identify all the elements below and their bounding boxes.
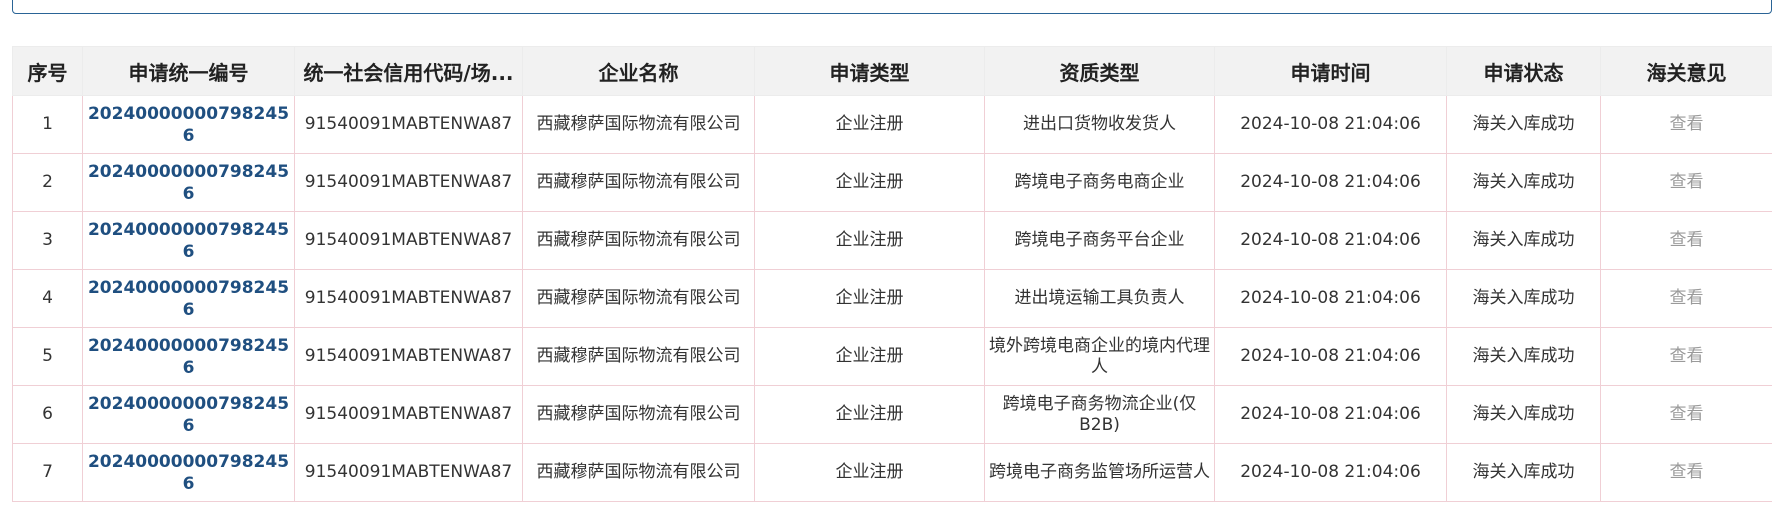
cell-app-type: 企业注册 bbox=[754, 385, 985, 444]
cell-opinion: 查看 bbox=[1600, 153, 1772, 212]
cell-company: 西藏穆萨国际物流有限公司 bbox=[522, 153, 755, 212]
cell-qual-type: 境外跨境电商企业的境内代理人 bbox=[984, 327, 1215, 386]
cell-credit-code: 91540091MABTENWA87 bbox=[294, 269, 523, 328]
cell-app-no-link[interactable]: 202400000007982456 bbox=[82, 211, 295, 270]
header-app-no: 申请统一编号 bbox=[82, 46, 295, 96]
header-status: 申请状态 bbox=[1446, 46, 1601, 96]
cell-app-no-link[interactable]: 202400000007982456 bbox=[82, 95, 295, 154]
cell-qual-type: 跨境电子商务监管场所运营人 bbox=[984, 443, 1215, 502]
cell-index: 4 bbox=[12, 269, 83, 328]
results-table: 序号 申请统一编号 统一社会信用代码/场... 企业名称 申请类型 资质类型 申… bbox=[12, 46, 1772, 502]
table-row: 1 202400000007982456 91540091MABTENWA87 … bbox=[12, 95, 1772, 154]
view-opinion-button[interactable]: 查看 bbox=[1670, 230, 1704, 250]
cell-app-type: 企业注册 bbox=[754, 153, 985, 212]
header-qual-type: 资质类型 bbox=[984, 46, 1215, 96]
cell-qual-type: 进出口货物收发货人 bbox=[984, 95, 1215, 154]
cell-index: 7 bbox=[12, 443, 83, 502]
header-company: 企业名称 bbox=[522, 46, 755, 96]
cell-status: 海关入库成功 bbox=[1446, 153, 1601, 212]
table-header-row: 序号 申请统一编号 统一社会信用代码/场... 企业名称 申请类型 资质类型 申… bbox=[12, 46, 1772, 96]
cell-app-type: 企业注册 bbox=[754, 327, 985, 386]
cell-index: 5 bbox=[12, 327, 83, 386]
table-row: 5 202400000007982456 91540091MABTENWA87 … bbox=[12, 327, 1772, 386]
cell-app-no-link[interactable]: 202400000007982456 bbox=[82, 327, 295, 386]
cell-app-no-link[interactable]: 202400000007982456 bbox=[82, 385, 295, 444]
cell-status: 海关入库成功 bbox=[1446, 385, 1601, 444]
header-opinion: 海关意见 bbox=[1600, 46, 1772, 96]
cell-index: 1 bbox=[12, 95, 83, 154]
view-opinion-button[interactable]: 查看 bbox=[1670, 462, 1704, 482]
cell-credit-code: 91540091MABTENWA87 bbox=[294, 443, 523, 502]
cell-company: 西藏穆萨国际物流有限公司 bbox=[522, 95, 755, 154]
table-row: 7 202400000007982456 91540091MABTENWA87 … bbox=[12, 443, 1772, 502]
cell-credit-code: 91540091MABTENWA87 bbox=[294, 385, 523, 444]
top-panel bbox=[12, 0, 1772, 14]
cell-app-type: 企业注册 bbox=[754, 269, 985, 328]
cell-opinion: 查看 bbox=[1600, 327, 1772, 386]
cell-status: 海关入库成功 bbox=[1446, 327, 1601, 386]
cell-time: 2024-10-08 21:04:06 bbox=[1214, 153, 1447, 212]
view-opinion-button[interactable]: 查看 bbox=[1670, 288, 1704, 308]
view-opinion-button[interactable]: 查看 bbox=[1670, 114, 1704, 134]
header-time: 申请时间 bbox=[1214, 46, 1447, 96]
cell-qual-type: 进出境运输工具负责人 bbox=[984, 269, 1215, 328]
cell-app-type: 企业注册 bbox=[754, 211, 985, 270]
cell-time: 2024-10-08 21:04:06 bbox=[1214, 327, 1447, 386]
cell-app-type: 企业注册 bbox=[754, 95, 985, 154]
table-row: 3 202400000007982456 91540091MABTENWA87 … bbox=[12, 211, 1772, 270]
header-credit-code: 统一社会信用代码/场... bbox=[294, 46, 523, 96]
view-opinion-button[interactable]: 查看 bbox=[1670, 346, 1704, 366]
cell-credit-code: 91540091MABTENWA87 bbox=[294, 327, 523, 386]
cell-company: 西藏穆萨国际物流有限公司 bbox=[522, 385, 755, 444]
cell-company: 西藏穆萨国际物流有限公司 bbox=[522, 443, 755, 502]
cell-company: 西藏穆萨国际物流有限公司 bbox=[522, 327, 755, 386]
table-row: 6 202400000007982456 91540091MABTENWA87 … bbox=[12, 385, 1772, 444]
cell-credit-code: 91540091MABTENWA87 bbox=[294, 153, 523, 212]
cell-time: 2024-10-08 21:04:06 bbox=[1214, 211, 1447, 270]
cell-time: 2024-10-08 21:04:06 bbox=[1214, 95, 1447, 154]
cell-app-no-link[interactable]: 202400000007982456 bbox=[82, 269, 295, 328]
cell-qual-type: 跨境电子商务物流企业(仅B2B) bbox=[984, 385, 1215, 444]
cell-app-type: 企业注册 bbox=[754, 443, 985, 502]
table-row: 4 202400000007982456 91540091MABTENWA87 … bbox=[12, 269, 1772, 328]
cell-index: 2 bbox=[12, 153, 83, 212]
results-table-container: 序号 申请统一编号 统一社会信用代码/场... 企业名称 申请类型 资质类型 申… bbox=[12, 46, 1772, 508]
cell-opinion: 查看 bbox=[1600, 443, 1772, 502]
header-index: 序号 bbox=[12, 46, 83, 96]
cell-credit-code: 91540091MABTENWA87 bbox=[294, 211, 523, 270]
cell-time: 2024-10-08 21:04:06 bbox=[1214, 443, 1447, 502]
cell-company: 西藏穆萨国际物流有限公司 bbox=[522, 269, 755, 328]
cell-company: 西藏穆萨国际物流有限公司 bbox=[522, 211, 755, 270]
cell-index: 3 bbox=[12, 211, 83, 270]
cell-app-no-link[interactable]: 202400000007982456 bbox=[82, 153, 295, 212]
view-opinion-button[interactable]: 查看 bbox=[1670, 172, 1704, 192]
cell-opinion: 查看 bbox=[1600, 385, 1772, 444]
cell-status: 海关入库成功 bbox=[1446, 211, 1601, 270]
cell-status: 海关入库成功 bbox=[1446, 95, 1601, 154]
view-opinion-button[interactable]: 查看 bbox=[1670, 404, 1704, 424]
cell-time: 2024-10-08 21:04:06 bbox=[1214, 269, 1447, 328]
cell-opinion: 查看 bbox=[1600, 95, 1772, 154]
cell-index: 6 bbox=[12, 385, 83, 444]
cell-status: 海关入库成功 bbox=[1446, 269, 1601, 328]
cell-app-no-link[interactable]: 202400000007982456 bbox=[82, 443, 295, 502]
table-row: 2 202400000007982456 91540091MABTENWA87 … bbox=[12, 153, 1772, 212]
cell-time: 2024-10-08 21:04:06 bbox=[1214, 385, 1447, 444]
cell-credit-code: 91540091MABTENWA87 bbox=[294, 95, 523, 154]
cell-opinion: 查看 bbox=[1600, 269, 1772, 328]
header-app-type: 申请类型 bbox=[754, 46, 985, 96]
cell-qual-type: 跨境电子商务电商企业 bbox=[984, 153, 1215, 212]
cell-status: 海关入库成功 bbox=[1446, 443, 1601, 502]
cell-qual-type: 跨境电子商务平台企业 bbox=[984, 211, 1215, 270]
cell-opinion: 查看 bbox=[1600, 211, 1772, 270]
